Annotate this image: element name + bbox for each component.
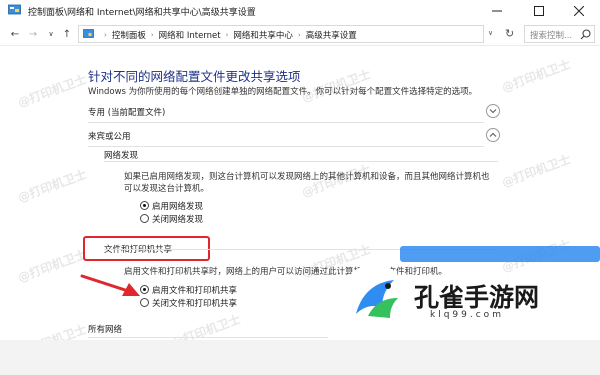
radio-button[interactable] bbox=[140, 298, 149, 307]
peacock-logo-icon bbox=[356, 280, 398, 318]
collapse-button[interactable] bbox=[486, 128, 500, 142]
breadcrumb-item[interactable]: 高级共享设置 bbox=[306, 29, 357, 41]
minimize-button[interactable] bbox=[476, 0, 518, 22]
path-box[interactable]: › 控制面板 › 网络和 Internet › 网络和共享中心 › 高级共享设置 bbox=[78, 25, 484, 43]
radio-label: 关闭网络发现 bbox=[152, 214, 204, 225]
watermark-brand: 孔雀手游网 bbox=[414, 283, 540, 312]
network-discovery-heading: 网络发现 bbox=[104, 151, 139, 161]
watermark-text: @打印机卫士 bbox=[15, 72, 89, 110]
radio-label: 启用文件和打印机共享 bbox=[152, 285, 238, 296]
refresh-icon[interactable]: ↻ bbox=[505, 27, 514, 40]
control-panel-icon bbox=[83, 29, 94, 38]
arrow-left-icon: ← bbox=[10, 28, 20, 40]
footer-strip bbox=[0, 340, 600, 375]
section-guest-public[interactable]: 来宾或公用 bbox=[88, 128, 500, 144]
section-label: 来宾或公用 bbox=[88, 132, 131, 142]
window-title: 控制面板\网络和 Internet\网络和共享中心\高级共享设置 bbox=[28, 8, 256, 18]
arrow-right-icon: → bbox=[28, 28, 38, 40]
watermark-text: @打印机卫士 bbox=[15, 247, 89, 285]
divider bbox=[88, 146, 484, 147]
maximize-icon bbox=[534, 6, 544, 16]
expand-button[interactable] bbox=[486, 104, 500, 118]
radio-button[interactable] bbox=[140, 214, 149, 223]
title-bar: 控制面板\网络和 Internet\网络和共享中心\高级共享设置 bbox=[0, 0, 600, 22]
close-button[interactable] bbox=[558, 0, 600, 22]
address-bar: ← → ∨ ↑ › 控制面板 › 网络和 Internet › 网络和共享中心 … bbox=[0, 22, 600, 46]
chevron-down-icon: ∨ bbox=[48, 30, 54, 38]
breadcrumb-item[interactable]: 网络和共享中心 bbox=[233, 29, 293, 41]
radio-enable-network-discovery[interactable]: 启用网络发现 bbox=[140, 200, 204, 212]
forward-button[interactable]: → bbox=[26, 26, 40, 42]
chevron-right-icon: › bbox=[104, 31, 107, 39]
breadcrumb-item[interactable]: 控制面板 bbox=[112, 29, 146, 41]
divider bbox=[104, 161, 498, 162]
chevron-up-icon bbox=[489, 132, 497, 137]
back-button[interactable]: ← bbox=[8, 26, 22, 42]
network-discovery-description: 可以发现这台计算机。 bbox=[124, 184, 210, 194]
divider bbox=[88, 122, 484, 123]
radio-enable-file-printer-sharing[interactable]: 启用文件和打印机共享 bbox=[140, 284, 238, 296]
watermark-banner bbox=[400, 246, 600, 262]
network-discovery-description: 如果已启用网络发现，则这台计算机可以发现网络上的其他计算机和设备，而且其他网络计… bbox=[124, 172, 490, 182]
section-private[interactable]: 专用 (当前配置文件) bbox=[88, 104, 500, 120]
arrow-up-icon: ↑ bbox=[62, 28, 72, 40]
radio-button[interactable] bbox=[140, 285, 149, 294]
control-panel-icon bbox=[8, 4, 21, 15]
watermark-text: @打印机卫士 bbox=[499, 152, 573, 190]
watermark-text: @打印机卫士 bbox=[15, 167, 89, 205]
logo-circle bbox=[342, 264, 406, 328]
chevron-right-icon: › bbox=[225, 31, 229, 39]
radio-button[interactable] bbox=[140, 201, 149, 210]
watermark-url: klq99.com bbox=[430, 310, 504, 320]
divider bbox=[88, 337, 328, 338]
search-icon bbox=[580, 29, 591, 40]
chevron-right-icon: › bbox=[150, 31, 154, 39]
watermark-text: @打印机卫士 bbox=[499, 57, 573, 95]
breadcrumb: › 控制面板 › 网络和 Internet › 网络和共享中心 › 高级共享设置 bbox=[99, 29, 357, 41]
page-title: 针对不同的网络配置文件更改共享选项 bbox=[88, 69, 301, 84]
radio-label: 启用网络发现 bbox=[152, 201, 204, 212]
section-label: 专用 (当前配置文件) bbox=[88, 108, 166, 118]
chevron-down-icon bbox=[489, 109, 497, 114]
path-dropdown-icon[interactable]: ∨ bbox=[488, 29, 493, 37]
minimize-icon bbox=[492, 10, 502, 12]
radio-disable-network-discovery[interactable]: 关闭网络发现 bbox=[140, 213, 204, 225]
up-button[interactable]: ↑ bbox=[60, 26, 74, 42]
search-input[interactable]: 搜索控制... bbox=[524, 25, 595, 43]
recent-locations-button[interactable]: ∨ bbox=[44, 26, 58, 42]
close-icon bbox=[574, 6, 584, 16]
section-label: 所有网络 bbox=[88, 325, 123, 335]
red-arrow-annotation bbox=[80, 274, 140, 296]
maximize-button[interactable] bbox=[518, 0, 560, 22]
chevron-right-icon: › bbox=[297, 31, 301, 39]
radio-label: 关闭文件和打印机共享 bbox=[152, 298, 238, 309]
breadcrumb-item[interactable]: 网络和 Internet bbox=[159, 29, 221, 41]
radio-disable-file-printer-sharing[interactable]: 关闭文件和打印机共享 bbox=[140, 297, 238, 309]
page-description: Windows 为你所使用的每个网络创建单独的网络配置文件。你可以针对每个配置文… bbox=[88, 87, 478, 97]
site-watermark-logo: 孔雀手游网 klq99.com bbox=[334, 246, 600, 328]
search-placeholder: 搜索控制... bbox=[530, 31, 573, 41]
